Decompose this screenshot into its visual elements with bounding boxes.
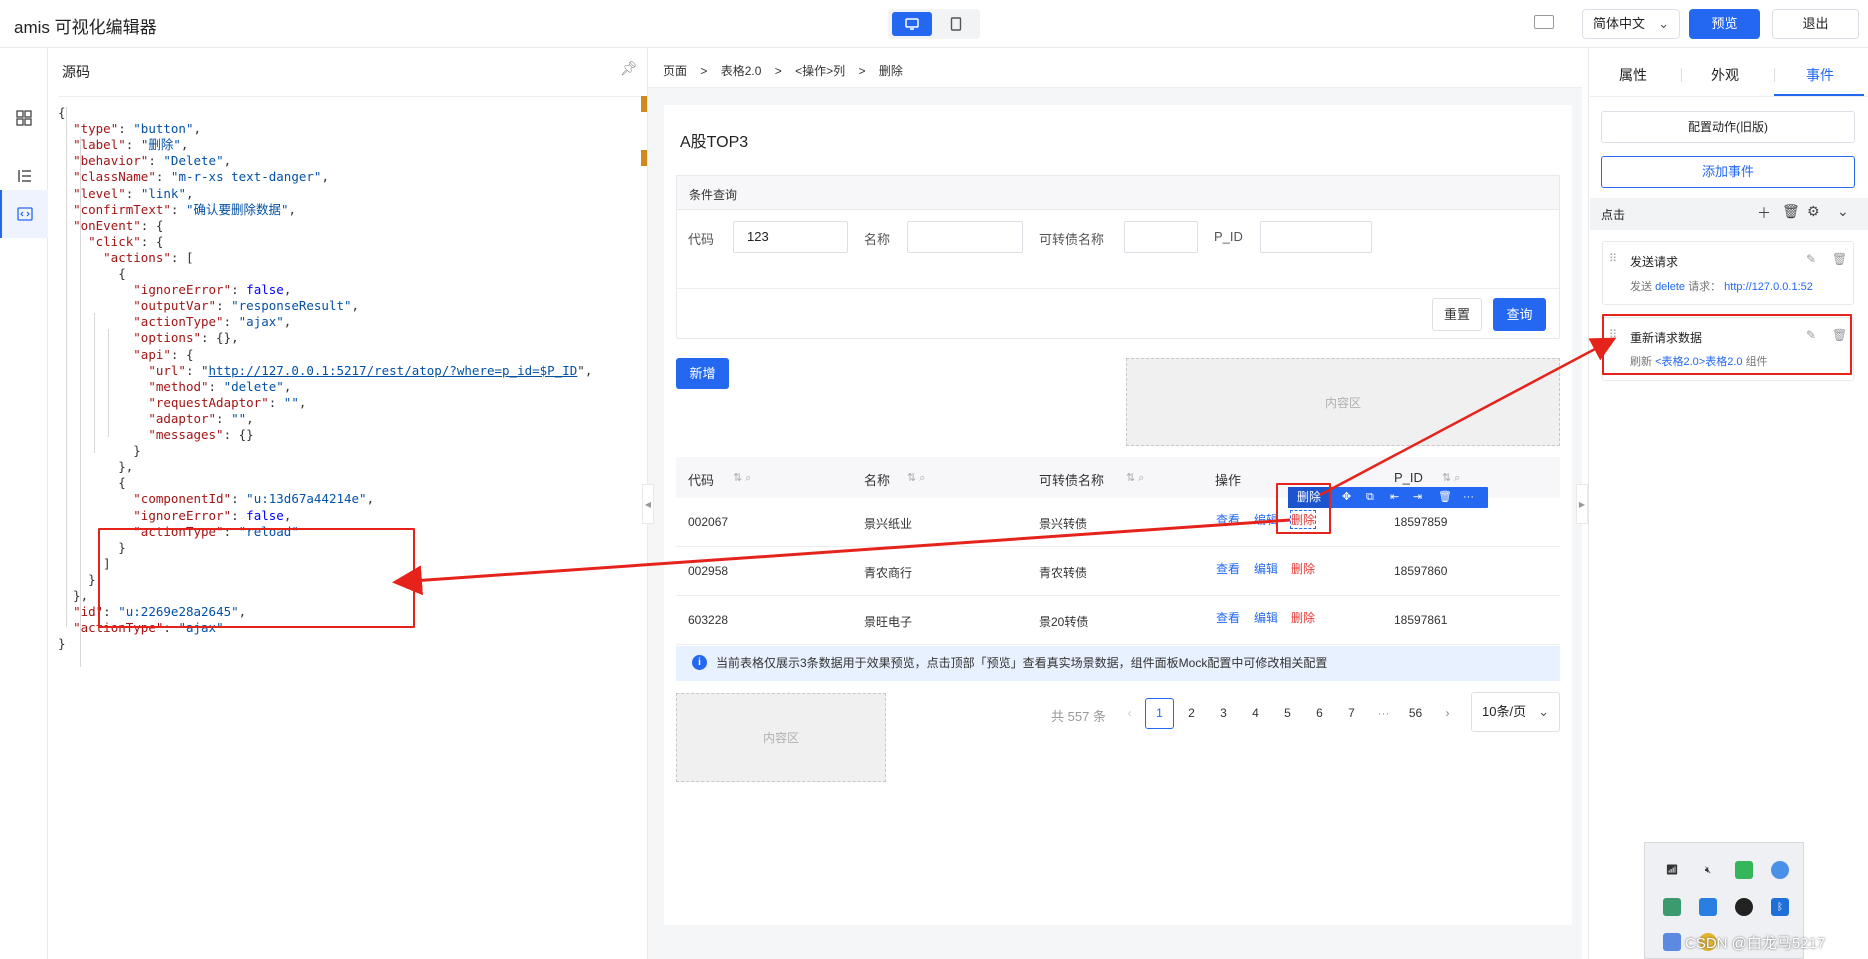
annotation-arrows bbox=[392, 337, 1617, 596]
annotation-line bbox=[999, 519, 1287, 541]
annotation-arrow bbox=[1319, 337, 1617, 497]
